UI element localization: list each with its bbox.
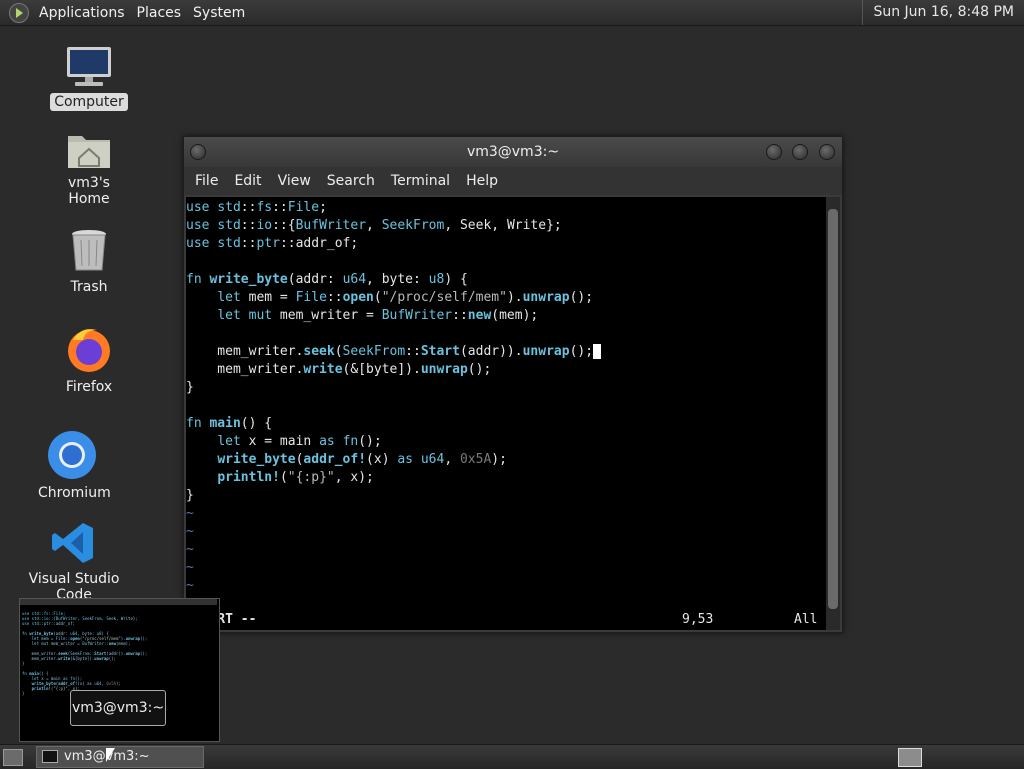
scrollbar-thumb[interactable] [828,209,838,609]
top-panel: Applications Places System Sun Jun 16, 8… [0,0,1024,26]
terminal-window[interactable]: vm3@vm3:~ File Edit View Search Terminal… [183,136,843,633]
menu-file[interactable]: File [187,173,226,189]
menu-edit[interactable]: Edit [226,173,269,189]
menu-help[interactable]: Help [458,173,506,189]
taskbar-item-terminal[interactable]: vm3@vm3:~ [36,746,204,768]
close-button[interactable] [819,144,835,160]
desktop-icon-label: vm3's Home [68,175,110,207]
window-titlebar[interactable]: vm3@vm3:~ [184,137,842,167]
terminal-icon [42,750,58,763]
desktop-icon-label: Firefox [65,379,113,395]
show-desktop-icon[interactable] [3,749,23,766]
desktop-icon-chromium[interactable]: Chromium [34,430,111,502]
trash-icon [72,230,106,271]
window-menu-button[interactable] [190,144,206,160]
terminal-scrollbar[interactable] [826,197,840,630]
mouse-pointer [106,748,115,762]
menu-view[interactable]: View [270,173,319,189]
vscode-icon [52,523,93,563]
clock[interactable]: Sun Jun 16, 8:48 PM [862,0,1024,25]
desktop-icon-vscode[interactable]: Visual Studio Code [14,520,134,604]
bottom-panel: vm3@vm3:~ [0,744,1024,769]
desktop-icon-label: Chromium [38,485,111,501]
menu-search[interactable]: Search [319,173,383,189]
cursor-position: 9,53 [682,612,714,627]
chromium-icon [48,431,96,479]
workspace-switcher[interactable] [898,748,922,767]
desktop-icon-label: Computer [50,93,128,111]
preview-menubar [20,599,217,605]
preview-tooltip: vm3@vm3:~ [70,690,166,726]
computer-icon [67,47,111,86]
desktop-icon-home[interactable]: vm3's Home [44,128,134,208]
preview-content: use std::fs::File; use std::io::{BufWrit… [22,611,148,696]
terminal-screen[interactable]: use std::fs::File; use std::io::{BufWrit… [186,197,826,630]
vim-buffer[interactable]: use std::fs::File; use std::io::{BufWrit… [186,199,601,595]
maximize-button[interactable] [792,144,808,160]
menu-places[interactable]: Places [133,5,190,21]
minimize-button[interactable] [766,144,782,160]
main-menu-icon[interactable] [9,2,29,23]
desktop-icon-computer[interactable]: Computer [48,45,130,111]
desktop-icon-trash[interactable]: Trash [58,228,120,296]
menu-system[interactable]: System [189,5,253,21]
terminal-menubar: File Edit View Search Terminal Help [184,167,842,195]
desktop-icon-label: Trash [70,279,108,295]
vim-statusline: INSERT -- 9,53 All [186,611,826,629]
window-title: vm3@vm3:~ [466,144,560,160]
firefox-icon [68,329,110,372]
menu-applications[interactable]: Applications [35,5,133,21]
home-folder-icon [68,136,110,168]
desktop-icon-firefox[interactable]: Firefox [58,326,120,396]
scroll-percent: All [794,612,818,627]
menu-terminal[interactable]: Terminal [383,173,458,189]
